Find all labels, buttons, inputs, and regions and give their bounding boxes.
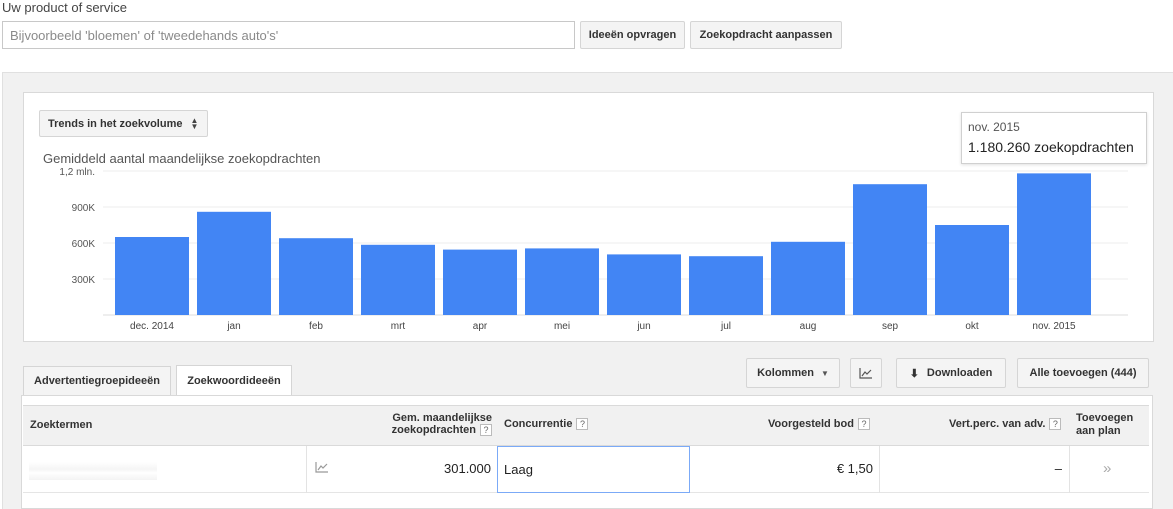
x-tick-label: jun xyxy=(636,321,650,332)
header-monthly-searches: Gem. maandelijkse zoekopdrachten? xyxy=(375,412,492,437)
keyword-term-redacted xyxy=(29,462,157,480)
bar-7[interactable] xyxy=(689,256,763,315)
bar-1[interactable] xyxy=(197,211,271,315)
bar-2[interactable] xyxy=(279,238,353,315)
tooltip-value: 1.180.260 zoekopdrachten xyxy=(968,139,1134,155)
header-competition-label: Concurrentie xyxy=(504,418,573,430)
columns-button-label: Kolommen xyxy=(757,367,814,379)
help-icon[interactable]: ? xyxy=(576,418,589,431)
column-divider xyxy=(1069,446,1070,493)
caret-down-icon: ▼ xyxy=(820,368,829,378)
tab-adgroup-ideas[interactable]: Advertentiegroepideeën xyxy=(23,366,171,395)
x-tick-label: feb xyxy=(309,321,323,332)
x-tick-label: jul xyxy=(720,321,731,332)
tooltip-month: nov. 2015 xyxy=(968,120,1020,134)
header-monthly-label: Gem. maandelijkse zoekopdrachten xyxy=(391,412,492,436)
header-bid-label: Voorgesteld bod xyxy=(768,418,854,430)
x-tick-label: sep xyxy=(882,321,899,332)
x-tick-label: aug xyxy=(800,321,817,332)
y-tick-label: 600K xyxy=(72,239,96,250)
chart-toggle-button[interactable] xyxy=(850,358,882,388)
header-search-terms: Zoektermen xyxy=(30,419,93,431)
add-all-button[interactable]: Alle toevoegen (444) xyxy=(1017,358,1149,388)
bar-5[interactable] xyxy=(525,248,599,315)
y-tick-label: 300K xyxy=(72,275,96,286)
ad-share-value: – xyxy=(1054,461,1062,476)
x-tick-label: okt xyxy=(965,321,979,332)
bar-6[interactable] xyxy=(607,254,681,315)
x-tick-label: apr xyxy=(473,321,488,332)
help-icon[interactable]: ? xyxy=(1049,418,1062,431)
download-button-label: Downloaden xyxy=(926,367,993,379)
column-divider xyxy=(879,446,880,493)
column-divider xyxy=(306,446,307,493)
y-tick-label: 900K xyxy=(72,203,96,214)
bar-8[interactable] xyxy=(771,241,845,315)
header-add-to-plan: Toevoegen aan plan xyxy=(1076,412,1134,437)
bar-9[interactable] xyxy=(853,184,927,315)
help-icon[interactable]: ? xyxy=(857,418,870,431)
x-tick-label: dec. 2014 xyxy=(130,321,174,332)
download-icon: ⬇ xyxy=(909,367,919,380)
x-tick-label: nov. 2015 xyxy=(1032,321,1076,332)
x-tick-label: mrt xyxy=(391,321,406,332)
trend-chart-icon[interactable] xyxy=(315,461,329,473)
y-tick-label: 1,2 mln. xyxy=(59,167,95,178)
download-button[interactable]: ⬇ Downloaden xyxy=(896,358,1006,388)
x-tick-label: jan xyxy=(226,321,240,332)
bar-11[interactable] xyxy=(1017,173,1091,315)
tab-keyword-ideas[interactable]: Zoekwoordideeën xyxy=(176,365,292,395)
add-to-plan-chevron-icon[interactable]: » xyxy=(1103,460,1111,477)
x-tick-label: mei xyxy=(554,321,570,332)
line-chart-icon xyxy=(859,368,872,379)
columns-button[interactable]: Kolommen ▼ xyxy=(746,358,840,388)
bar-10[interactable] xyxy=(935,225,1009,315)
bar-3[interactable] xyxy=(361,244,435,315)
bar-0[interactable] xyxy=(115,237,189,315)
header-competition: Concurrentie? xyxy=(504,418,589,431)
header-suggested-bid: Voorgesteld bod? xyxy=(768,418,870,431)
competition-cell[interactable]: Laag xyxy=(497,446,690,493)
help-icon[interactable]: ? xyxy=(480,424,492,437)
bar-4[interactable] xyxy=(443,249,517,315)
monthly-searches-value: 301.000 xyxy=(444,461,491,476)
header-ad-share: Vert.perc. van adv.? xyxy=(949,418,1062,431)
header-share-label: Vert.perc. van adv. xyxy=(949,418,1046,430)
chart-tooltip: nov. 2015 1.180.260 zoekopdrachten xyxy=(961,112,1147,164)
suggested-bid-value: € 1,50 xyxy=(836,461,873,476)
